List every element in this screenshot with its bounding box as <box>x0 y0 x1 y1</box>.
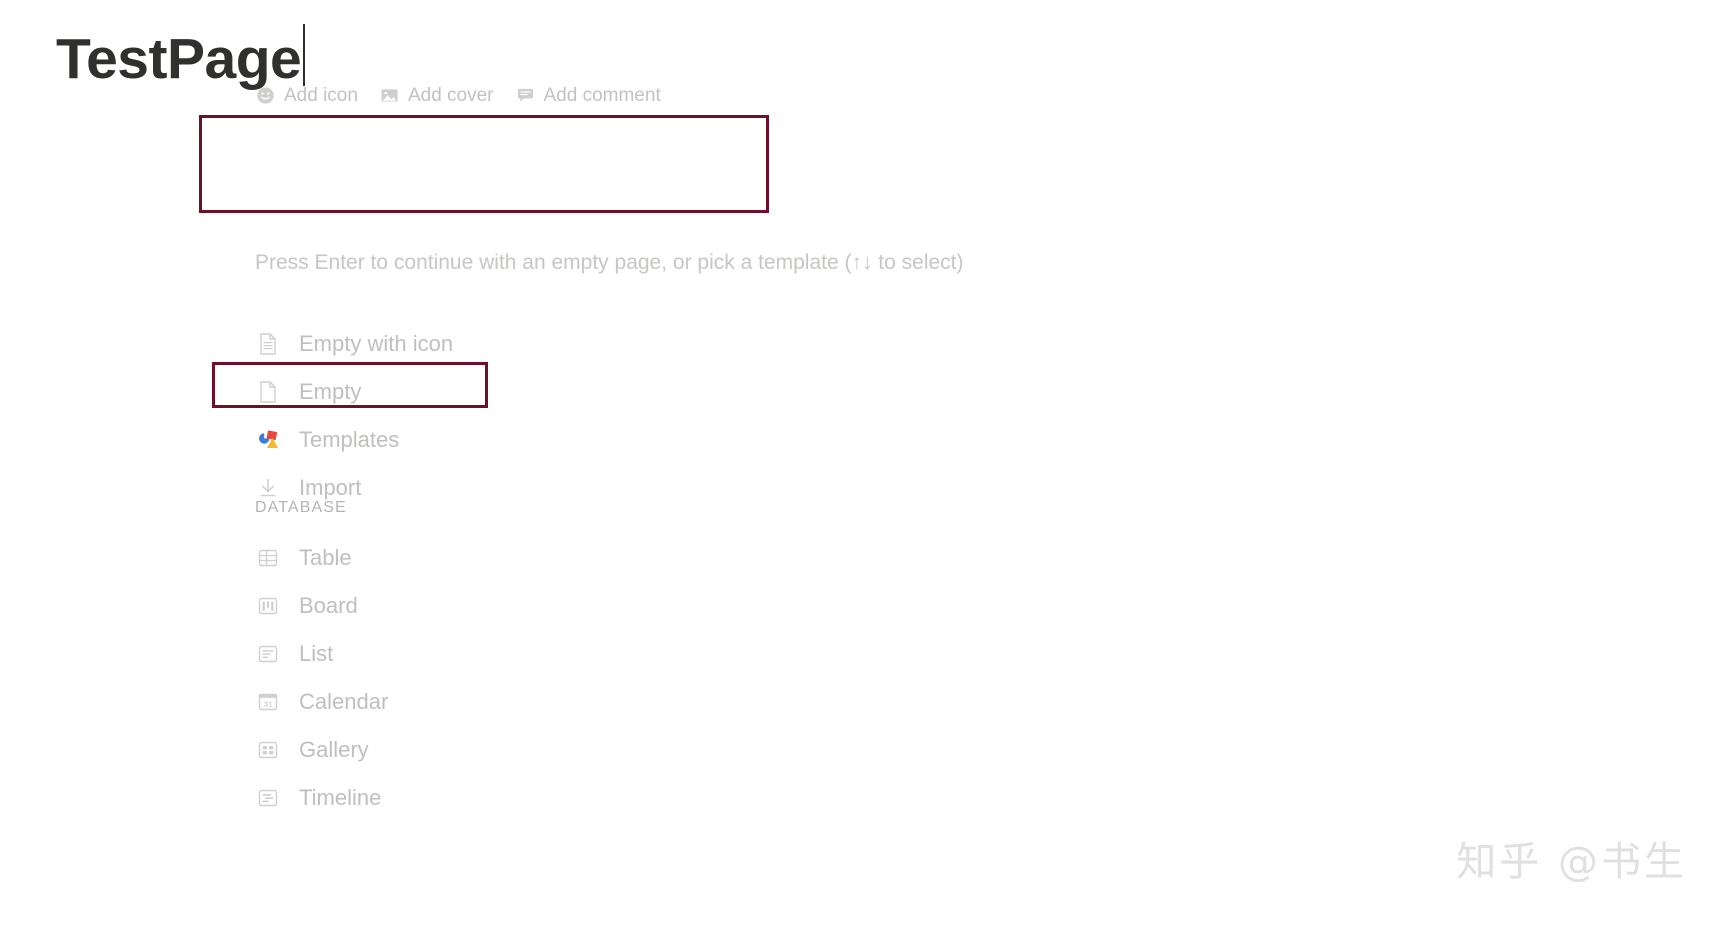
database-options-list: Table Board List 31 Calendar Gallery Tim… <box>255 534 675 822</box>
menu-item-label: Table <box>299 545 352 570</box>
menu-item-label: List <box>299 641 334 666</box>
board-columns-icon <box>255 593 281 619</box>
page-title: TestPage <box>56 27 302 91</box>
add-cover-button[interactable]: Add cover <box>380 86 494 105</box>
menu-item-empty[interactable]: Empty <box>255 368 675 416</box>
list-lines-icon <box>255 641 281 667</box>
download-arrow-icon <box>255 475 281 501</box>
add-comment-label: Add comment <box>543 84 661 106</box>
menu-item-gallery[interactable]: Gallery <box>255 726 675 774</box>
menu-item-label: Board <box>299 593 358 618</box>
menu-item-label: Empty <box>299 379 362 404</box>
timeline-bars-icon <box>255 785 281 811</box>
menu-item-timeline[interactable]: Timeline <box>255 774 675 822</box>
menu-item-label: Timeline <box>299 785 382 810</box>
templates-shapes-icon <box>255 427 281 453</box>
page-title-field[interactable]: TestPage <box>56 16 306 92</box>
menu-item-empty-with-icon[interactable]: Empty with icon <box>255 320 675 368</box>
menu-item-list[interactable]: List <box>255 630 675 678</box>
image-icon <box>380 86 399 105</box>
template-hint-text: Press Enter to continue with an empty pa… <box>255 251 964 274</box>
add-cover-label: Add cover <box>407 84 494 106</box>
document-blank-icon <box>255 379 281 405</box>
page-canvas: Add icon Add cover Add comment TestPage … <box>0 0 1725 945</box>
menu-item-label: Gallery <box>299 737 369 762</box>
menu-item-board[interactable]: Board <box>255 582 675 630</box>
page-action-bar: Add icon Add cover Add comment <box>256 82 661 108</box>
menu-item-calendar[interactable]: 31 Calendar <box>255 678 675 726</box>
zhihu-watermark: 知乎 @书生 <box>1456 839 1687 885</box>
page-title-highlight-box <box>199 115 769 213</box>
table-grid-icon <box>255 545 281 571</box>
comment-bubble-icon <box>516 86 535 105</box>
add-comment-button[interactable]: Add comment <box>516 86 661 105</box>
document-lines-icon <box>255 331 281 357</box>
menu-item-label: Empty with icon <box>299 331 454 356</box>
menu-item-label: Import <box>299 475 362 500</box>
menu-item-label: Templates <box>299 427 400 452</box>
menu-item-label: Calendar <box>299 689 389 714</box>
menu-item-table[interactable]: Table <box>255 534 675 582</box>
calendar-31-icon: 31 <box>255 689 281 715</box>
database-section-heading: DATABASE <box>255 499 347 516</box>
svg-text:31: 31 <box>264 699 272 708</box>
new-page-options-list: Empty with icon Empty Templates Import <box>255 320 675 512</box>
gallery-tiles-icon <box>255 737 281 763</box>
menu-item-templates[interactable]: Templates <box>255 416 675 464</box>
text-caret <box>303 24 306 86</box>
